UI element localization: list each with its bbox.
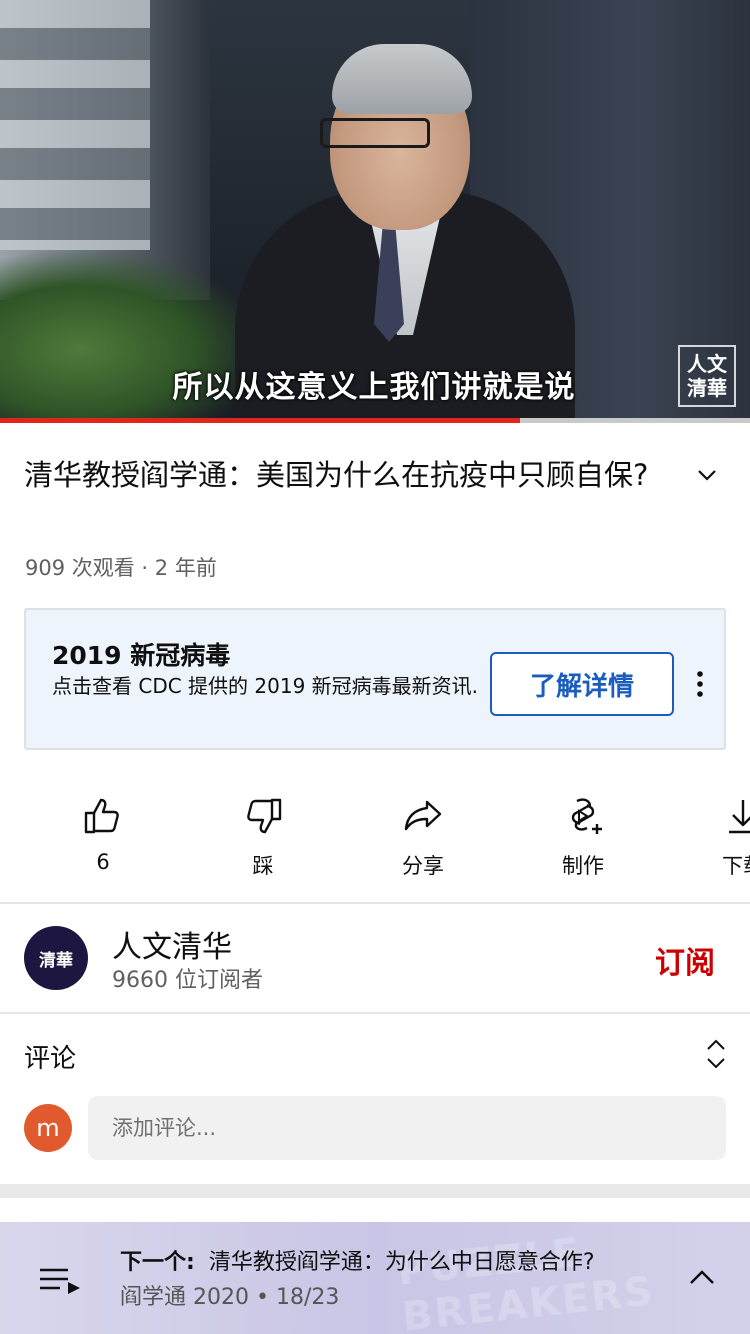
expand-chevron-icon[interactable] — [692, 460, 722, 490]
user-initial: m — [36, 1114, 60, 1142]
info-panel: 2019 新冠病毒 点击查看 CDC 提供的 2019 新冠病毒最新资讯. 了解… — [24, 608, 726, 750]
playlist-meta: 阎学通 2020 • 18/23 — [120, 1285, 340, 1310]
comments-title[interactable]: 评论 — [24, 1038, 76, 1075]
playlist-thumbnail-art: PUZZLE BREAKERS — [395, 1229, 657, 1334]
download-label: 下载 — [722, 854, 750, 878]
download-button[interactable]: 下载 — [683, 790, 750, 890]
video-speaker-hair — [332, 44, 472, 114]
like-count: 6 — [96, 850, 110, 874]
action-row: 6 踩 分享 制作 下载 — [0, 790, 750, 890]
subscribe-button[interactable]: 订阅 — [655, 938, 715, 982]
channel-avatar[interactable]: 清華 — [24, 926, 88, 990]
next-video-title: 清华教授阎学通：为什么中日愿意合作? — [208, 1250, 595, 1275]
divider — [0, 1012, 750, 1014]
download-icon — [729, 800, 750, 834]
info-panel-description: 点击查看 CDC 提供的 2019 新冠病毒最新资讯. — [52, 674, 479, 698]
share-label: 分享 — [402, 854, 444, 878]
subscriber-count: 9660 位订阅者 — [112, 968, 263, 993]
video-progress-fill — [0, 418, 520, 423]
thumbs-up-icon — [84, 798, 119, 834]
video-player[interactable]: 所以从这意义上我们讲就是说 人文 清華 — [0, 0, 750, 420]
channel-avatar-text: 清華 — [39, 950, 73, 971]
video-meta: 909 次观看 · 2 年前 — [25, 556, 217, 580]
channel-name[interactable]: 人文清华 — [112, 922, 232, 966]
user-avatar: m — [24, 1104, 72, 1152]
channel-watermark-logo: 人文 清華 — [678, 345, 736, 407]
create-button[interactable]: 制作 — [523, 790, 643, 890]
create-icon — [571, 798, 602, 834]
video-title[interactable]: 清华教授阎学通：美国为什么在抗疫中只顾自保? — [24, 452, 664, 498]
share-button[interactable]: 分享 — [363, 790, 483, 890]
create-label: 制作 — [562, 854, 604, 878]
share-icon — [404, 800, 442, 831]
divider — [0, 902, 750, 904]
expand-collapse-icon[interactable] — [702, 1036, 730, 1072]
next-video-line[interactable]: 下一个: 清华教授阎学通：为什么中日愿意合作? — [120, 1244, 660, 1276]
like-button[interactable]: 6 — [43, 790, 163, 890]
more-options-icon[interactable] — [690, 666, 710, 702]
learn-more-button[interactable]: 了解详情 — [490, 652, 674, 716]
playlist-bar[interactable]: PUZZLE BREAKERS 下一个: 清华教授阎学通：为什么中日愿意合作? 阎… — [0, 1222, 750, 1334]
video-background-pillar — [0, 0, 150, 250]
dislike-button[interactable]: 踩 — [203, 790, 323, 890]
next-label: 下一个: — [120, 1250, 195, 1275]
comment-input[interactable] — [88, 1096, 726, 1160]
dislike-label: 踩 — [252, 854, 274, 878]
playlist-queue-icon[interactable] — [38, 1266, 82, 1294]
video-subtitle: 所以从这意义上我们讲就是说 — [172, 370, 576, 405]
thumbs-down-icon — [247, 798, 282, 834]
section-separator — [0, 1184, 750, 1198]
info-panel-title: 2019 新冠病毒 — [52, 641, 231, 670]
chevron-up-icon[interactable] — [688, 1266, 716, 1290]
video-speaker-glasses — [320, 118, 430, 148]
